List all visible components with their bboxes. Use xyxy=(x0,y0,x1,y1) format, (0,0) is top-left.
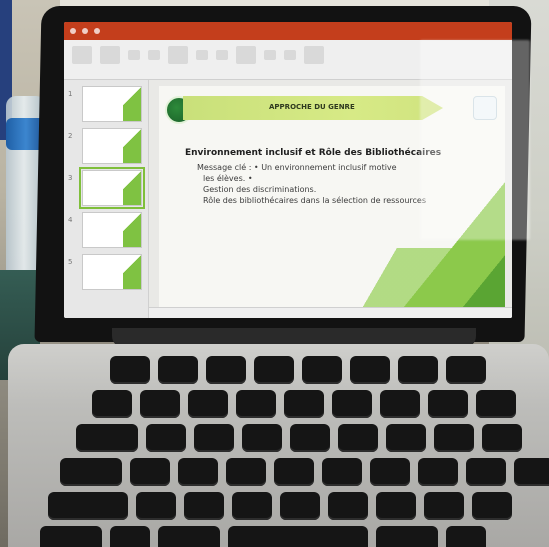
window-zoom-icon[interactable] xyxy=(94,28,100,34)
key[interactable] xyxy=(158,356,198,384)
key[interactable] xyxy=(136,492,176,520)
key[interactable] xyxy=(514,458,549,486)
ribbon-button-icon[interactable] xyxy=(168,46,188,64)
key[interactable] xyxy=(338,424,378,452)
key[interactable] xyxy=(380,390,420,418)
slide-thumbnail[interactable] xyxy=(82,254,142,290)
key[interactable] xyxy=(146,424,186,452)
key[interactable] xyxy=(472,492,512,520)
key[interactable] xyxy=(178,458,218,486)
ribbon-button-icon[interactable] xyxy=(100,46,120,64)
key[interactable] xyxy=(48,492,128,520)
key[interactable] xyxy=(184,492,224,520)
slide-thumbnail[interactable] xyxy=(82,86,142,122)
key[interactable] xyxy=(254,356,294,384)
banner-text: APPROCHE DU GENRE xyxy=(269,103,355,111)
slide-heading: Environnement inclusif et Rôle des Bibli… xyxy=(185,148,442,158)
keyboard-row xyxy=(60,458,549,486)
slide-thumbnail-selected[interactable] xyxy=(79,167,145,209)
key[interactable] xyxy=(376,492,416,520)
key[interactable] xyxy=(140,390,180,418)
keyboard-row xyxy=(92,390,516,418)
key[interactable] xyxy=(206,356,246,384)
thumbnail-number: 5 xyxy=(68,258,73,266)
ribbon-button-icon[interactable] xyxy=(196,50,208,60)
spacebar-key[interactable] xyxy=(228,526,368,547)
key[interactable] xyxy=(40,526,102,547)
key[interactable] xyxy=(92,390,132,418)
key[interactable] xyxy=(232,492,272,520)
key[interactable] xyxy=(476,390,516,418)
keyboard-row xyxy=(40,526,486,547)
ribbon-button-icon[interactable] xyxy=(284,50,296,60)
photo-scene: 1 2 3 4 5 APPROCHE DU GENRE Environnemen… xyxy=(0,0,549,547)
key[interactable] xyxy=(280,492,320,520)
keyboard-row xyxy=(48,492,512,520)
ribbon-button-icon[interactable] xyxy=(128,50,140,60)
ribbon-button-icon[interactable] xyxy=(148,50,160,60)
key[interactable] xyxy=(236,390,276,418)
key[interactable] xyxy=(302,356,342,384)
key[interactable] xyxy=(242,424,282,452)
ribbon-button-icon[interactable] xyxy=(216,50,228,60)
key[interactable] xyxy=(434,424,474,452)
keyboard xyxy=(40,356,549,547)
key[interactable] xyxy=(158,526,220,547)
thumbnail-number: 3 xyxy=(68,174,73,182)
ribbon-button-icon[interactable] xyxy=(236,46,256,64)
key[interactable] xyxy=(322,458,362,486)
ribbon-button-icon[interactable] xyxy=(264,50,276,60)
statusbar xyxy=(149,307,512,318)
key[interactable] xyxy=(284,390,324,418)
key[interactable] xyxy=(188,390,228,418)
key[interactable] xyxy=(110,526,150,547)
key[interactable] xyxy=(332,390,372,418)
key[interactable] xyxy=(60,458,122,486)
key[interactable] xyxy=(482,424,522,452)
thumbnail-number: 2 xyxy=(68,132,73,140)
thumbnail-number: 4 xyxy=(68,216,73,224)
key[interactable] xyxy=(376,526,438,547)
ribbon-button-icon[interactable] xyxy=(304,46,324,64)
slide-thumbnail[interactable] xyxy=(82,128,142,164)
key[interactable] xyxy=(328,492,368,520)
key[interactable] xyxy=(76,424,138,452)
window-close-icon[interactable] xyxy=(70,28,76,34)
key[interactable] xyxy=(446,356,486,384)
key[interactable] xyxy=(370,458,410,486)
key[interactable] xyxy=(466,458,506,486)
window-minimize-icon[interactable] xyxy=(82,28,88,34)
key[interactable] xyxy=(194,424,234,452)
ribbon-button-icon[interactable] xyxy=(72,46,92,64)
key[interactable] xyxy=(350,356,390,384)
screen-glare xyxy=(420,40,530,240)
key[interactable] xyxy=(446,526,486,547)
keyboard-row xyxy=(76,424,522,452)
key[interactable] xyxy=(398,356,438,384)
key[interactable] xyxy=(424,492,464,520)
key[interactable] xyxy=(274,458,314,486)
key[interactable] xyxy=(130,458,170,486)
slide-thumbnails-pane: 1 2 3 4 5 xyxy=(64,80,149,318)
key[interactable] xyxy=(290,424,330,452)
key[interactable] xyxy=(386,424,426,452)
key[interactable] xyxy=(110,356,150,384)
key[interactable] xyxy=(428,390,468,418)
powerpoint-titlebar xyxy=(64,22,512,40)
thumbnail-number: 1 xyxy=(68,90,73,98)
keyboard-row xyxy=(110,356,486,384)
key[interactable] xyxy=(418,458,458,486)
key[interactable] xyxy=(226,458,266,486)
slide-thumbnail[interactable] xyxy=(82,212,142,248)
